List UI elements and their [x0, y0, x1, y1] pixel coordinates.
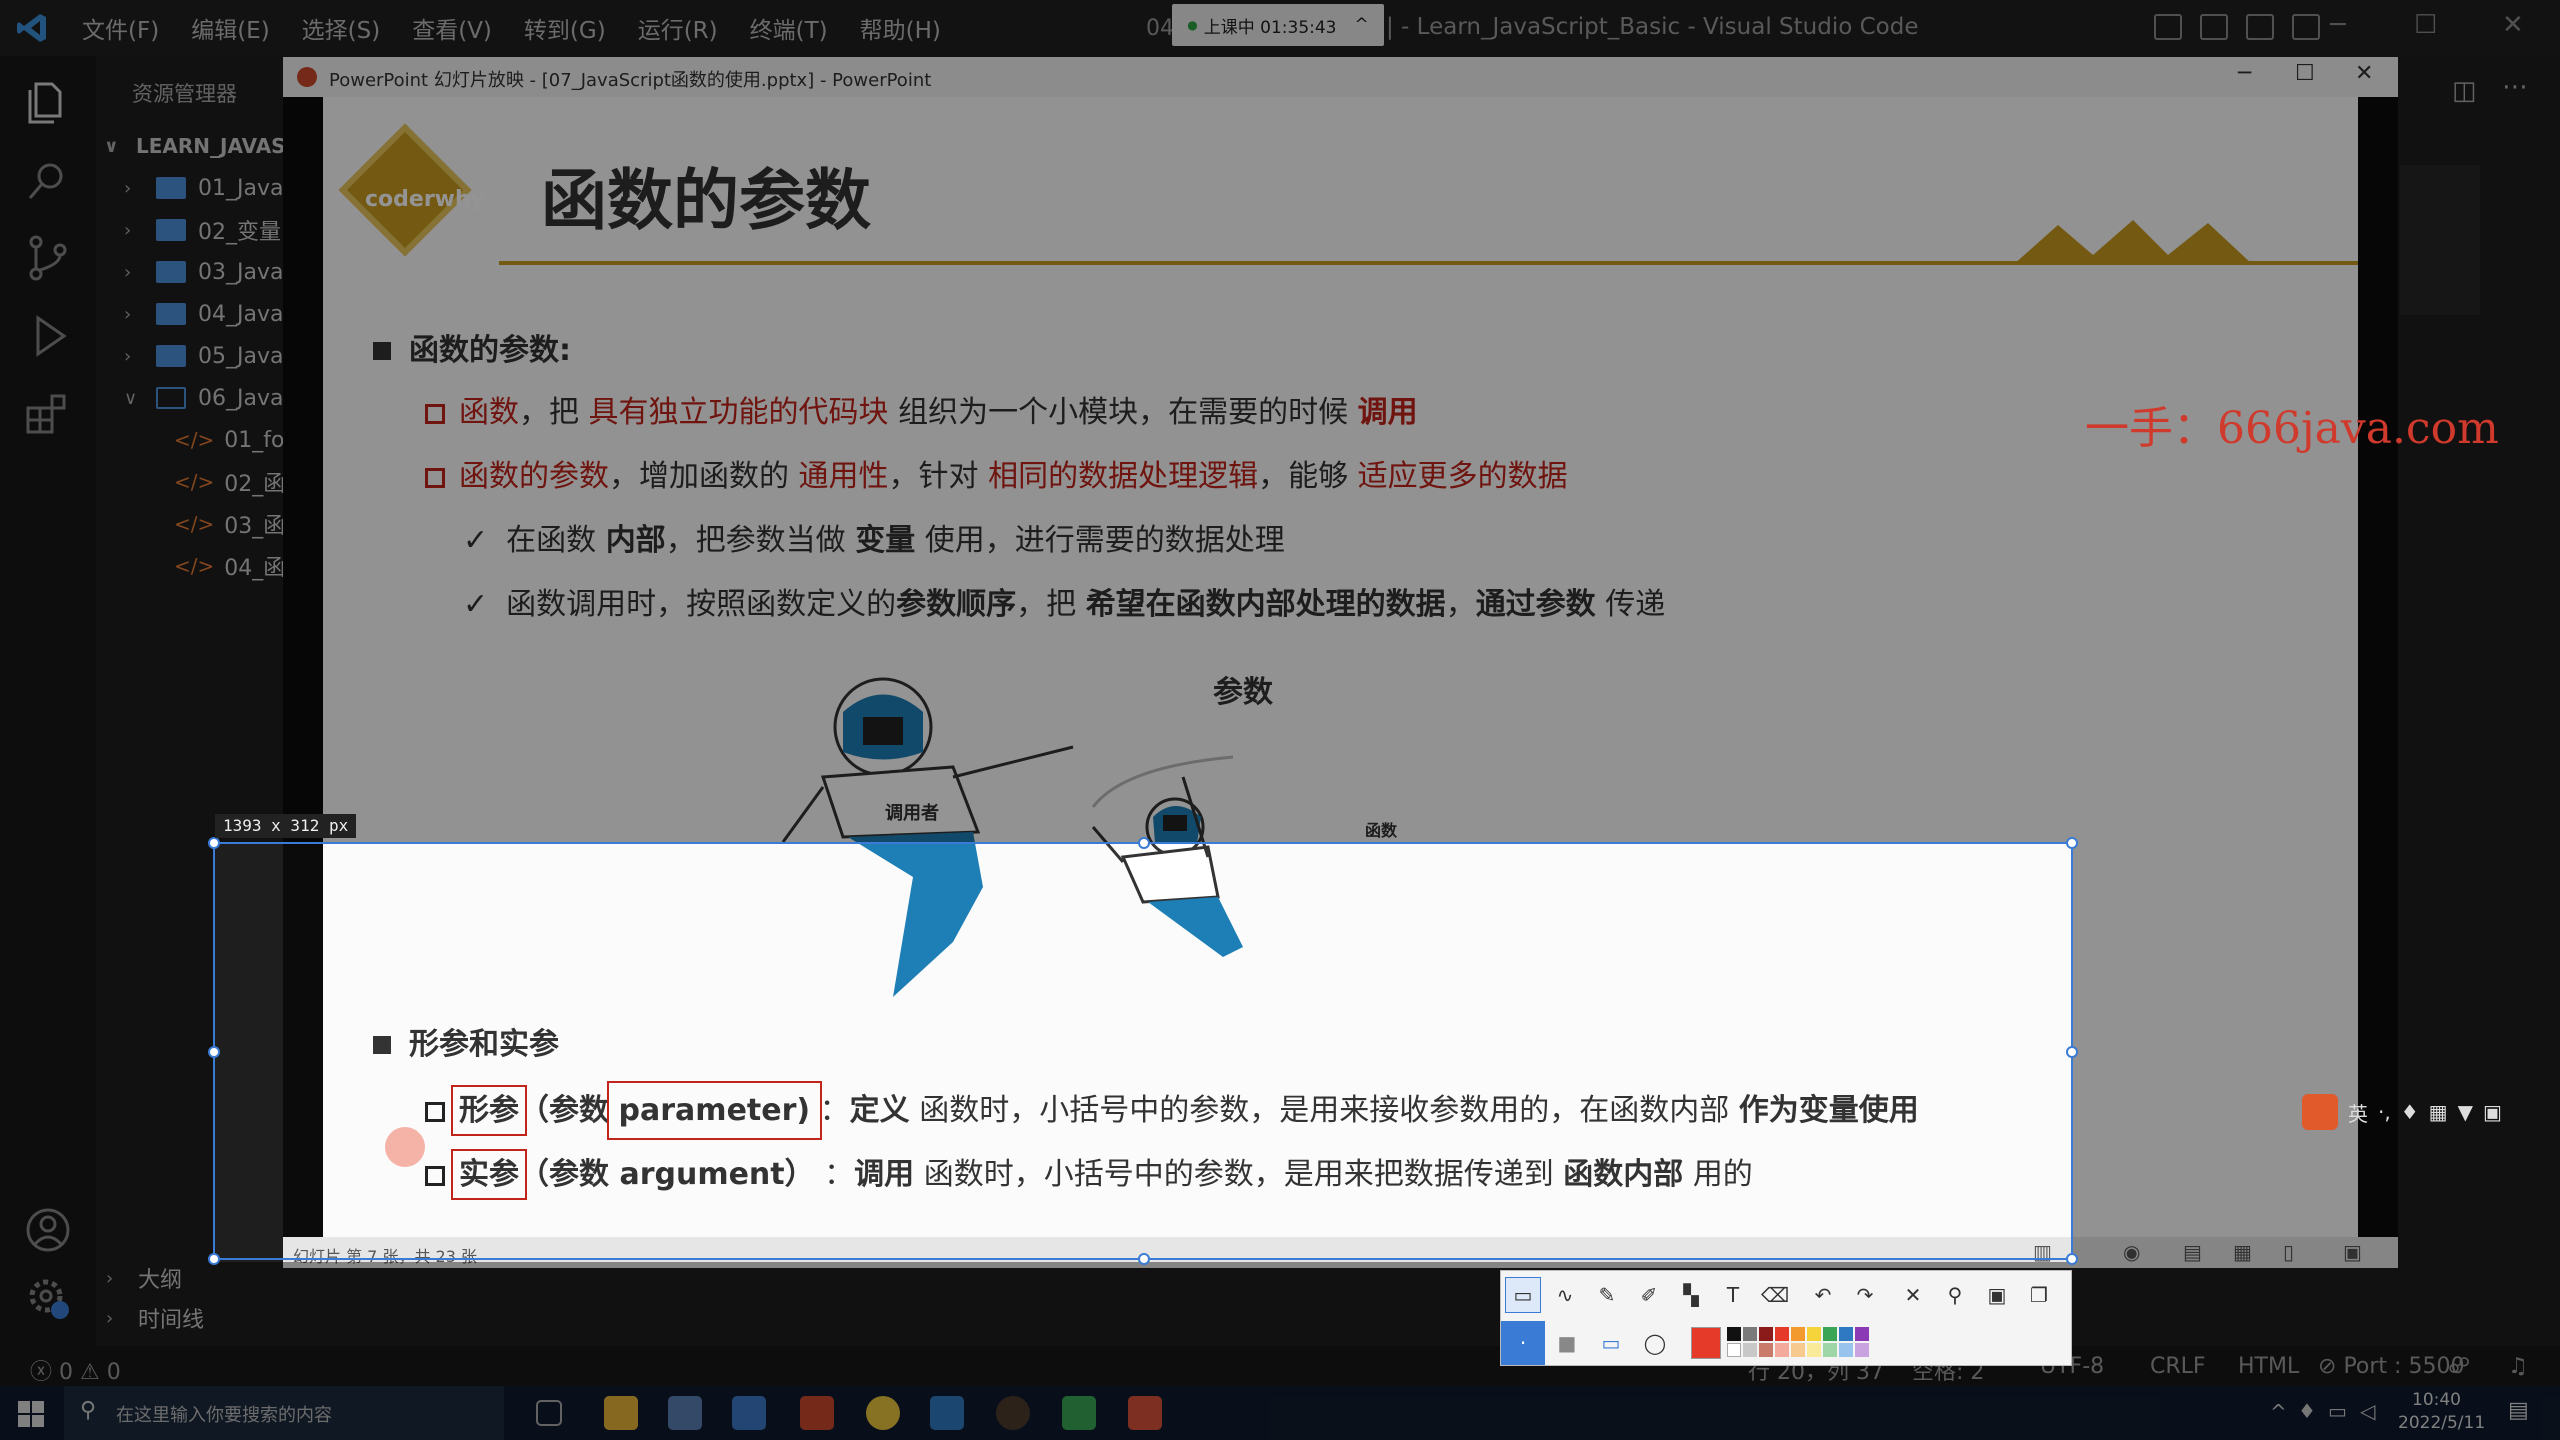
- resize-handle[interactable]: [1138, 1253, 1150, 1265]
- rect-shape-icon[interactable]: ▭: [1593, 1325, 1629, 1361]
- color-swatch[interactable]: [1823, 1343, 1837, 1357]
- color-swatch[interactable]: [1727, 1327, 1741, 1341]
- sogou-logo-icon[interactable]: [2302, 1094, 2338, 1130]
- color-swatch[interactable]: [1775, 1343, 1789, 1357]
- current-color-swatch[interactable]: [1691, 1327, 1721, 1359]
- capture-dim-overlay: [0, 1262, 2560, 1440]
- watermark-text: 一手：666java.com: [2085, 403, 2499, 454]
- marker-tool-icon[interactable]: ✐: [1631, 1277, 1667, 1313]
- selection-size: 1393 x 312: [223, 816, 320, 835]
- ellipse-shape-icon[interactable]: ◯: [1637, 1325, 1673, 1361]
- ime-language[interactable]: 英: [2348, 1098, 2368, 1127]
- mosaic-tool-icon[interactable]: ▚: [1673, 1277, 1709, 1313]
- small-size-icon[interactable]: ·: [1501, 1321, 1545, 1365]
- color-swatch[interactable]: [1743, 1327, 1757, 1341]
- line-tool-icon[interactable]: ∿: [1547, 1277, 1583, 1313]
- selection-size-label: 1393 x 312 px: [215, 814, 357, 838]
- selection-unit: px: [328, 816, 349, 835]
- skin-icon[interactable]: ▼: [2458, 1100, 2473, 1124]
- redo-icon[interactable]: ↷: [1847, 1277, 1883, 1313]
- color-swatch[interactable]: [1823, 1327, 1837, 1341]
- copy-icon[interactable]: ❐: [2021, 1277, 2057, 1313]
- voice-input-icon[interactable]: ♦: [2401, 1100, 2419, 1124]
- resize-handle[interactable]: [2066, 1046, 2078, 1058]
- keyboard-icon[interactable]: ▦: [2429, 1100, 2448, 1124]
- color-swatch[interactable]: [1791, 1327, 1805, 1341]
- pen-tool-icon[interactable]: ✎: [1589, 1277, 1625, 1313]
- eraser-tool-icon[interactable]: ⌫: [1757, 1277, 1793, 1313]
- color-swatch[interactable]: [1855, 1343, 1869, 1357]
- save-icon[interactable]: ▣: [1979, 1277, 2015, 1313]
- color-swatch[interactable]: [1855, 1327, 1869, 1341]
- color-swatch[interactable]: [1839, 1343, 1853, 1357]
- capture-dim-overlay: [2073, 842, 2560, 1262]
- resize-handle[interactable]: [208, 1046, 220, 1058]
- capture-dim-overlay: [0, 842, 213, 1262]
- color-swatch[interactable]: [1775, 1327, 1789, 1341]
- pin-icon[interactable]: ⚲: [1937, 1277, 1973, 1313]
- annotation-toolbar: ▭ ∿ ✎ ✐ ▚ T ⌫ ↶ ↷ ✕ ⚲ ▣ ❐ · ■ ▭ ◯: [1500, 1270, 2072, 1366]
- color-swatch[interactable]: [1759, 1327, 1773, 1341]
- ime-toolbar: 英 ·, ♦ ▦ ▼ ▣: [2302, 1092, 2502, 1132]
- ime-menu-icon[interactable]: ▣: [2483, 1100, 2502, 1124]
- color-swatch[interactable]: [1743, 1343, 1757, 1357]
- resize-handle[interactable]: [208, 837, 220, 849]
- color-swatch[interactable]: [1807, 1327, 1821, 1341]
- color-swatch[interactable]: [1807, 1343, 1821, 1357]
- fill-style-icon[interactable]: ■: [1549, 1325, 1585, 1361]
- cancel-icon[interactable]: ✕: [1895, 1277, 1931, 1313]
- color-swatch[interactable]: [1791, 1343, 1805, 1357]
- resize-handle[interactable]: [2066, 1253, 2078, 1265]
- rectangle-tool-icon[interactable]: ▭: [1505, 1277, 1541, 1313]
- undo-icon[interactable]: ↶: [1805, 1277, 1841, 1313]
- color-swatch[interactable]: [1759, 1343, 1773, 1357]
- color-swatch[interactable]: [1727, 1343, 1741, 1357]
- resize-handle[interactable]: [2066, 837, 2078, 849]
- punctuation-icon[interactable]: ·,: [2378, 1100, 2391, 1124]
- resize-handle[interactable]: [208, 1253, 220, 1265]
- capture-selection[interactable]: [208, 837, 2078, 1265]
- resize-handle[interactable]: [1138, 837, 1150, 849]
- text-tool-icon[interactable]: T: [1715, 1277, 1751, 1313]
- color-swatch[interactable]: [1839, 1327, 1853, 1341]
